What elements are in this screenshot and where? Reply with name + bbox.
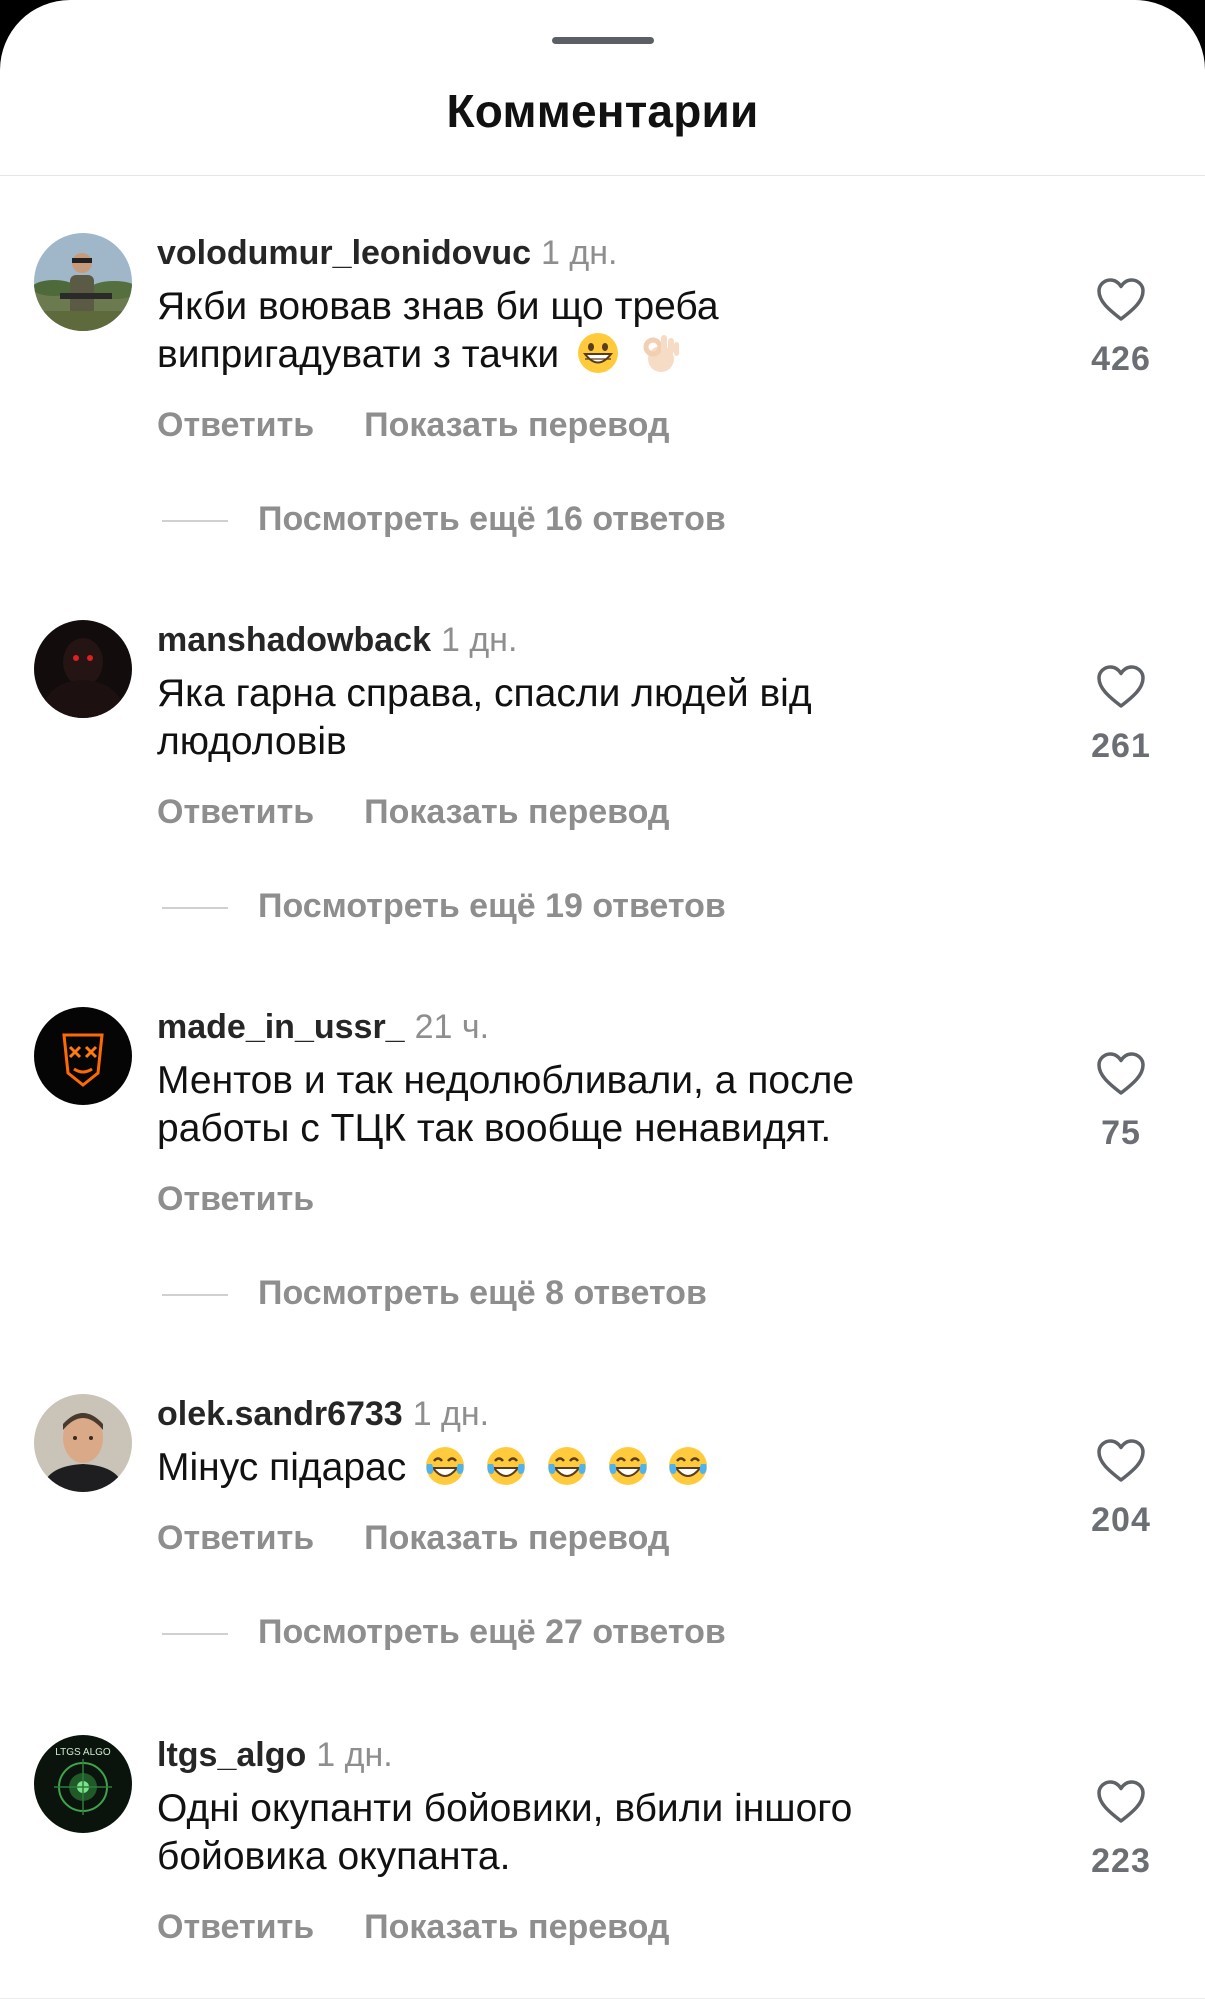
show-translation-button[interactable]: Показать перевод [364, 793, 669, 831]
view-replies-label: Посмотреть ещё 8 ответов [258, 1274, 707, 1312]
username[interactable]: ltgs_algo [157, 1736, 306, 1774]
drag-handle[interactable] [552, 37, 654, 44]
avatar-man-photo [34, 1394, 132, 1492]
comment-actions: Ответить Показать перевод [157, 792, 670, 832]
comment-text-content: Одні окупанти бойовики, вбили іншого бой… [157, 1787, 853, 1878]
tears-of-joy-emoji [669, 1447, 708, 1485]
comment-text: Ментов и так недолюбливали, а после рабо… [157, 1057, 957, 1153]
username[interactable]: olek.sandr6733 [157, 1395, 403, 1433]
like-control: 261 [1085, 665, 1157, 766]
like-count: 75 [1101, 1114, 1141, 1152]
comment-actions: Ответить Показать перевод [157, 405, 670, 445]
reply-button[interactable]: Ответить [157, 793, 314, 831]
like-count: 261 [1091, 727, 1151, 765]
tears-of-joy-emoji [426, 1447, 465, 1485]
like-control: 204 [1085, 1439, 1157, 1540]
view-replies-label: Посмотреть ещё 16 ответов [258, 500, 726, 538]
header-divider [0, 175, 1205, 176]
heart-icon[interactable] [1096, 665, 1146, 709]
grinning-face-emoji [578, 333, 618, 373]
bottom-divider [0, 1998, 1205, 1999]
tears-of-joy-emoji [547, 1447, 586, 1485]
view-replies-button[interactable]: Посмотреть ещё 27 ответов [162, 1612, 726, 1652]
comment-item: LTGS ALGO ltgs_algo 1 дн. Одні окупанти б… [0, 1735, 1205, 2012]
avatar-soldier-image [34, 233, 132, 331]
comment-meta: made_in_ussr_ 21 ч. [157, 1007, 489, 1047]
timestamp: 21 ч. [414, 1008, 490, 1046]
sheet-title: Комментарии [446, 85, 759, 137]
replies-divider-line [162, 1633, 228, 1636]
comment-text: Мінус підарас [157, 1444, 957, 1492]
comment-item: volodumur_leonidovuc 1 дн. Якби воював зн… [0, 233, 1205, 593]
comment-text-content: Мінус підарас [157, 1446, 407, 1489]
like-control: 223 [1085, 1780, 1157, 1881]
comment-actions: Ответить [157, 1179, 314, 1219]
like-control: 426 [1085, 278, 1157, 379]
comment-text: Одні окупанти бойовики, вбили іншого бой… [157, 1785, 957, 1881]
like-count: 204 [1091, 1501, 1151, 1539]
timestamp: 1 дн. [412, 1395, 490, 1433]
timestamp: 1 дн. [541, 234, 618, 272]
view-replies-label: Посмотреть ещё 27 ответов [258, 1613, 726, 1651]
like-count: 426 [1091, 340, 1151, 378]
avatar[interactable] [34, 233, 132, 331]
comment-meta: manshadowback 1 дн. [157, 620, 517, 660]
tears-of-joy-emoji [486, 1447, 525, 1485]
show-translation-button[interactable]: Показать перевод [364, 406, 669, 444]
avatar-orange-mask-image [34, 1007, 132, 1105]
view-replies-button[interactable]: Посмотреть ещё 8 ответов [162, 1273, 707, 1313]
like-control: 75 [1085, 1052, 1157, 1153]
reply-button[interactable]: Ответить [157, 1519, 314, 1557]
avatar-shadow-figure-image [34, 620, 132, 718]
comments-sheet: Комментарии volodumur_leonidovuc 1 дн. Як… [0, 0, 1205, 2012]
timestamp: 1 дн. [316, 1736, 393, 1774]
comment-text-content: Ментов и так недолюбливали, а после рабо… [157, 1059, 855, 1150]
username[interactable]: manshadowback [157, 621, 431, 659]
avatar-ltgs-algo-logo: LTGS ALGO [34, 1735, 132, 1833]
reply-button[interactable]: Ответить [157, 1180, 314, 1218]
comment-item: manshadowback 1 дн. Яка гарна справа, спа… [0, 620, 1205, 980]
avatar-logo-text: LTGS ALGO [55, 1747, 111, 1758]
like-count: 223 [1091, 1842, 1151, 1880]
view-replies-button[interactable]: Посмотреть ещё 19 ответов [162, 886, 726, 926]
avatar[interactable]: LTGS ALGO [34, 1735, 132, 1833]
avatar[interactable] [34, 620, 132, 718]
replies-divider-line [162, 1294, 228, 1297]
username[interactable]: made_in_ussr_ [157, 1008, 405, 1046]
comment-item: made_in_ussr_ 21 ч. Ментов и так недолюбл… [0, 1007, 1205, 1367]
comment-meta: ltgs_algo 1 дн. [157, 1735, 393, 1775]
heart-icon[interactable] [1096, 1052, 1146, 1096]
comment-meta: volodumur_leonidovuc 1 дн. [157, 233, 617, 273]
comment-item: olek.sandr6733 1 дн. Мінус підарас Ответ… [0, 1394, 1205, 1754]
comment-actions: Ответить Показать перевод [157, 1907, 670, 1947]
replies-divider-line [162, 520, 228, 523]
ok-hand-emoji [643, 335, 679, 372]
timestamp: 1 дн. [440, 621, 518, 659]
avatar[interactable] [34, 1394, 132, 1492]
tears-of-joy-emoji [608, 1447, 647, 1485]
show-translation-button[interactable]: Показать перевод [364, 1519, 669, 1557]
replies-divider-line [162, 907, 228, 910]
comment-actions: Ответить Показать перевод [157, 1518, 670, 1558]
comment-text: Яка гарна справа, спасли людей від людол… [157, 670, 957, 766]
reply-button[interactable]: Ответить [157, 406, 314, 444]
comment-text-content: Якби воював знав би що треба випригадува… [157, 285, 719, 376]
comment-text-content: Яка гарна справа, спасли людей від людол… [157, 672, 812, 763]
username[interactable]: volodumur_leonidovuc [157, 234, 531, 272]
heart-icon[interactable] [1096, 278, 1146, 322]
comment-text: Якби воював знав би що треба випригадува… [157, 283, 957, 379]
avatar[interactable] [34, 1007, 132, 1105]
heart-icon[interactable] [1096, 1780, 1146, 1824]
show-translation-button[interactable]: Показать перевод [364, 1908, 669, 1946]
heart-icon[interactable] [1096, 1439, 1146, 1483]
view-replies-button[interactable]: Посмотреть ещё 16 ответов [162, 499, 726, 539]
comment-meta: olek.sandr6733 1 дн. [157, 1394, 489, 1434]
reply-button[interactable]: Ответить [157, 1908, 314, 1946]
view-replies-label: Посмотреть ещё 19 ответов [258, 887, 726, 925]
